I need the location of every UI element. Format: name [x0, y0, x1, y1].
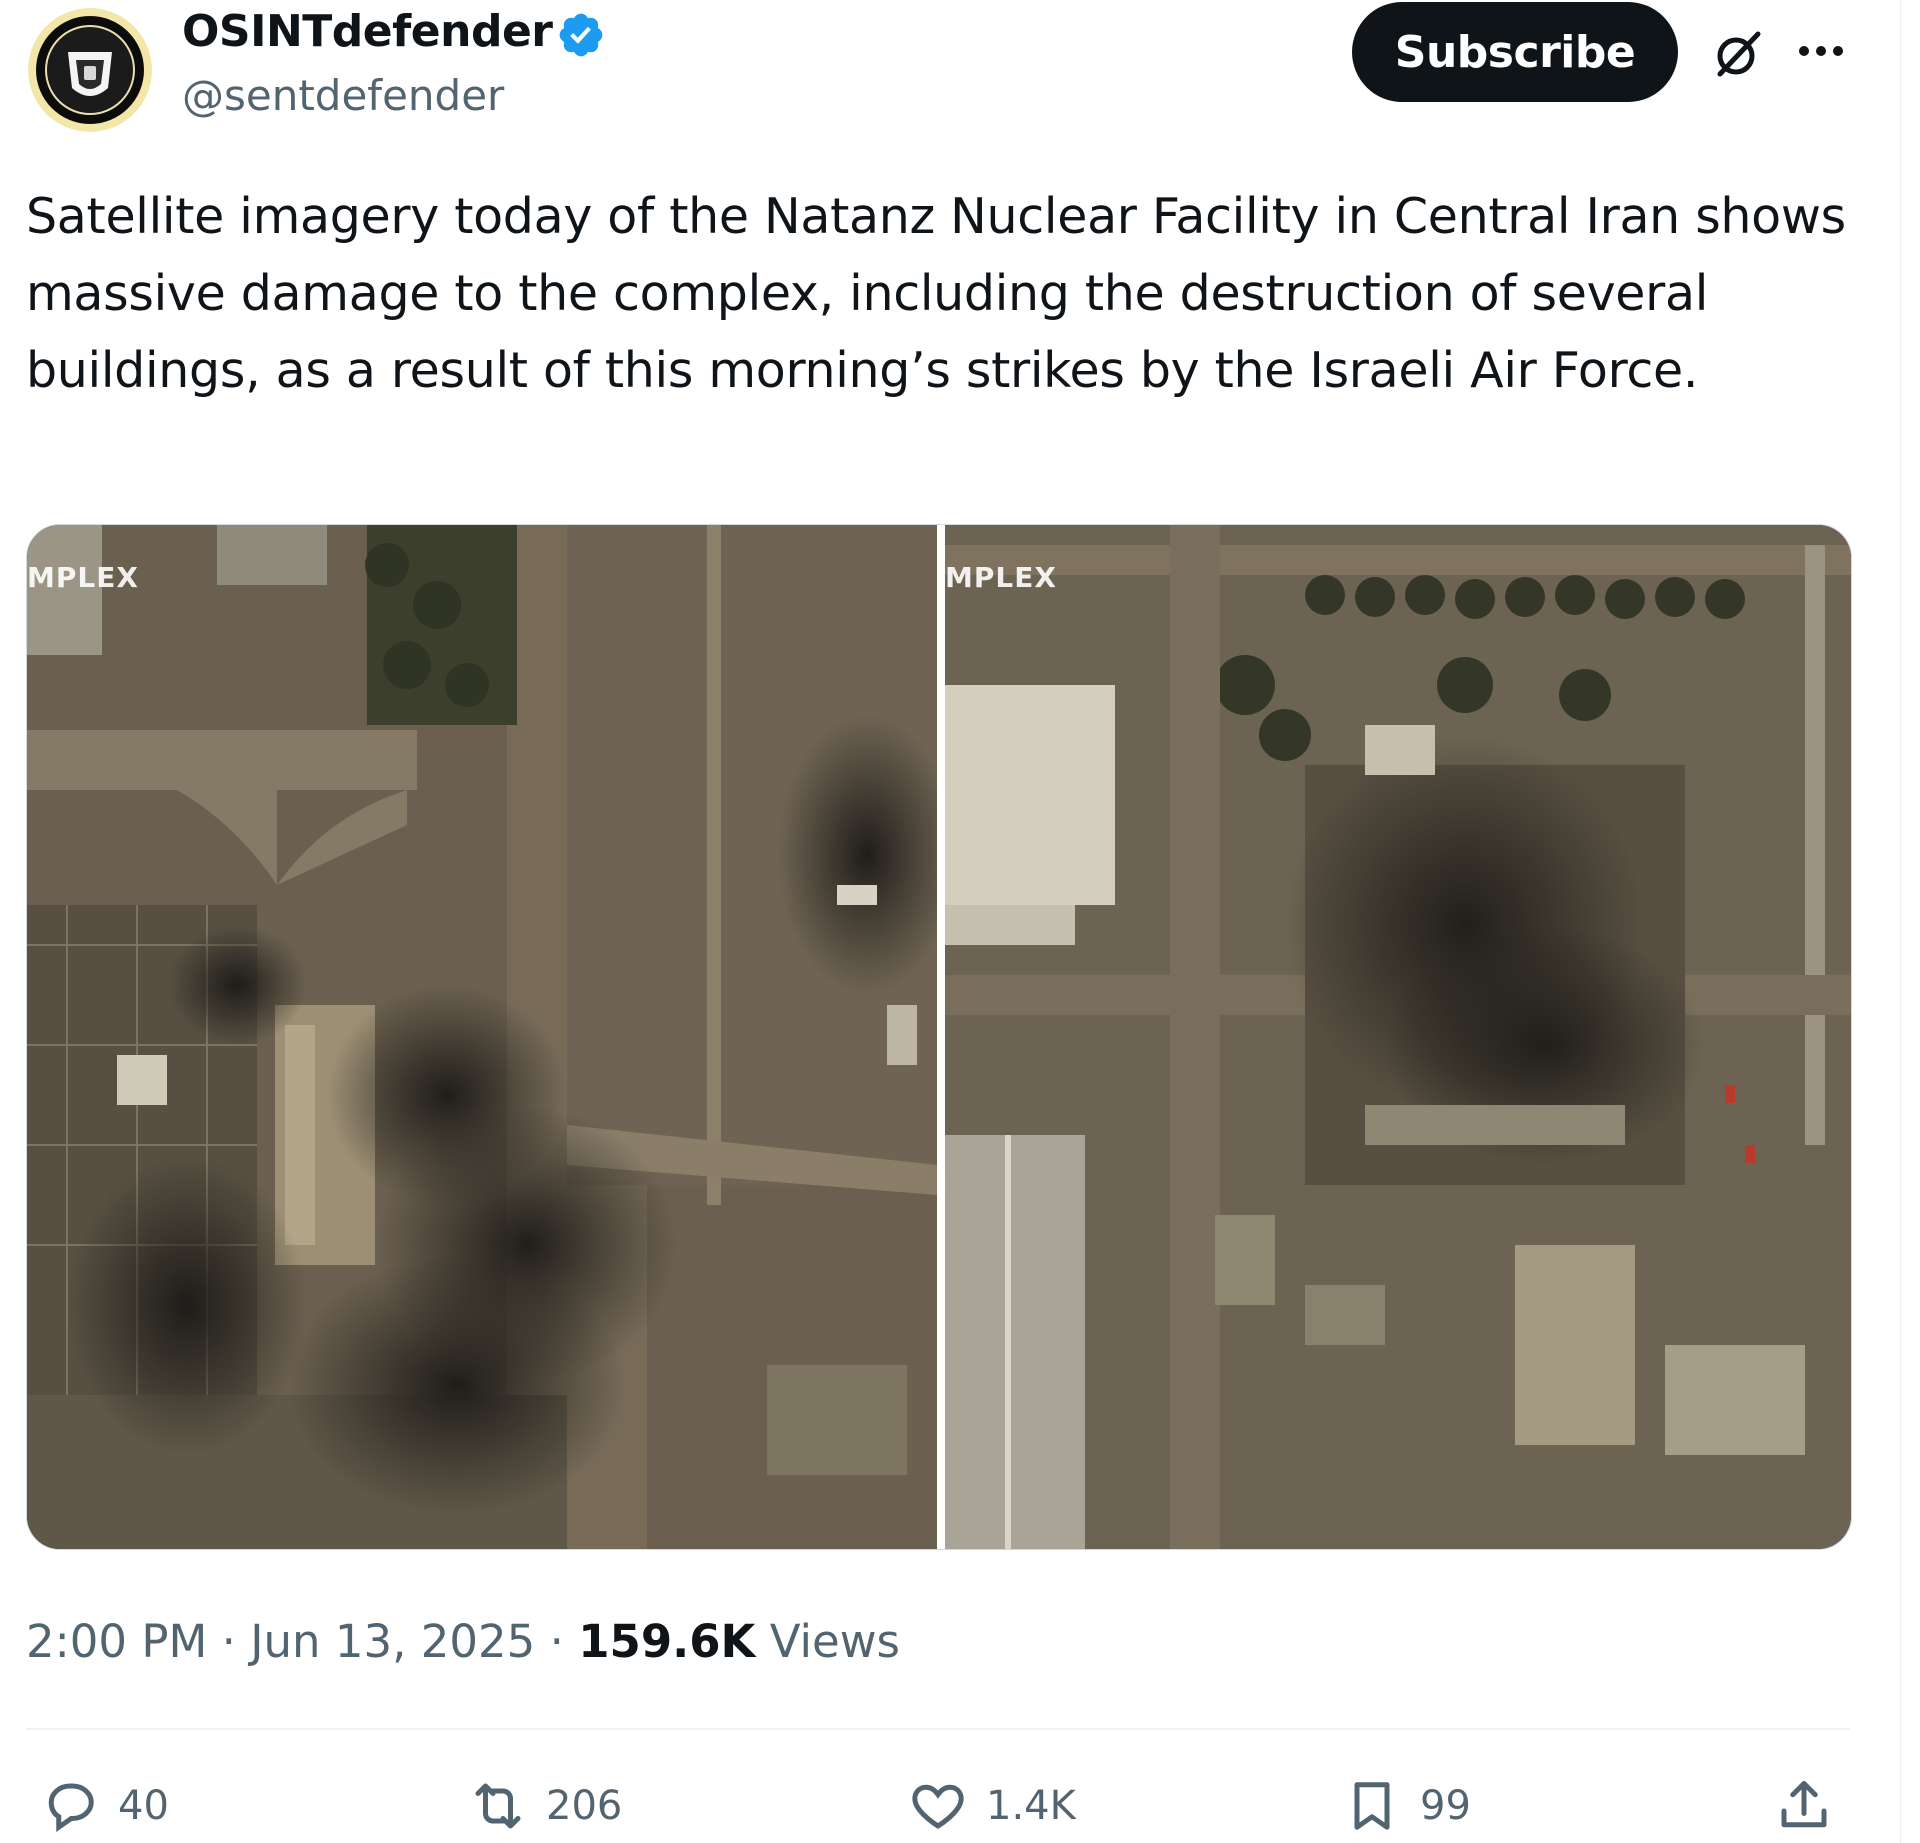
avatar[interactable]	[28, 8, 152, 132]
reply-count: 40	[118, 1783, 169, 1829]
media-divider	[937, 525, 945, 1549]
views-label: Views	[769, 1615, 900, 1668]
grok-icon[interactable]	[1712, 28, 1764, 80]
satellite-image-right-graphic	[945, 525, 1851, 1549]
share-icon	[1781, 1781, 1827, 1828]
repost-icon	[475, 1783, 521, 1829]
repost-button[interactable]: 206	[468, 1776, 622, 1836]
author-handle[interactable]: @sentdefender	[182, 68, 504, 124]
satellite-image-left-graphic	[27, 525, 957, 1549]
reply-icon	[48, 1783, 94, 1833]
avatar-image	[28, 8, 152, 132]
meta-separator: ·	[221, 1615, 236, 1668]
image-watermark-label: MPLEX	[945, 561, 1057, 594]
satellite-image-left[interactable]: MPLEX	[27, 525, 957, 1549]
subscribe-button[interactable]: Subscribe	[1352, 2, 1678, 102]
views-count: 159.6K	[578, 1615, 756, 1668]
like-button[interactable]: 1.4K	[908, 1776, 1076, 1836]
share-button[interactable]	[1774, 1776, 1834, 1836]
bookmark-icon	[1354, 1782, 1390, 1830]
divider	[26, 1728, 1850, 1730]
satellite-image-right[interactable]: MPLEX	[945, 525, 1851, 1549]
tweet-date[interactable]: Jun 13, 2025	[250, 1615, 535, 1668]
like-count: 1.4K	[986, 1783, 1076, 1829]
tweet-time[interactable]: 2:00 PM	[26, 1615, 207, 1668]
image-watermark-label: MPLEX	[27, 561, 139, 594]
tweet-meta: 2:00 PM · Jun 13, 2025 · 159.6K Views	[26, 1612, 900, 1672]
bookmark-button[interactable]: 99	[1342, 1776, 1471, 1836]
column-border	[1900, 0, 1901, 1843]
repost-count: 206	[546, 1783, 623, 1829]
heart-icon	[912, 1784, 964, 1829]
tweet-page: OSINTdefender @sentdefender Subscribe Sa…	[0, 0, 1920, 1843]
bookmark-count: 99	[1420, 1783, 1471, 1829]
meta-separator: ·	[549, 1615, 564, 1668]
display-name[interactable]: OSINTdefender	[182, 4, 553, 60]
verified-badge-icon[interactable]	[556, 10, 606, 60]
tweet-media[interactable]: MPLEX MPLEX	[26, 524, 1852, 1550]
tweet-text: Satellite imagery today of the Natanz Nu…	[26, 188, 1846, 399]
reply-button[interactable]: 40	[40, 1776, 169, 1836]
more-icon[interactable]	[1796, 36, 1846, 66]
